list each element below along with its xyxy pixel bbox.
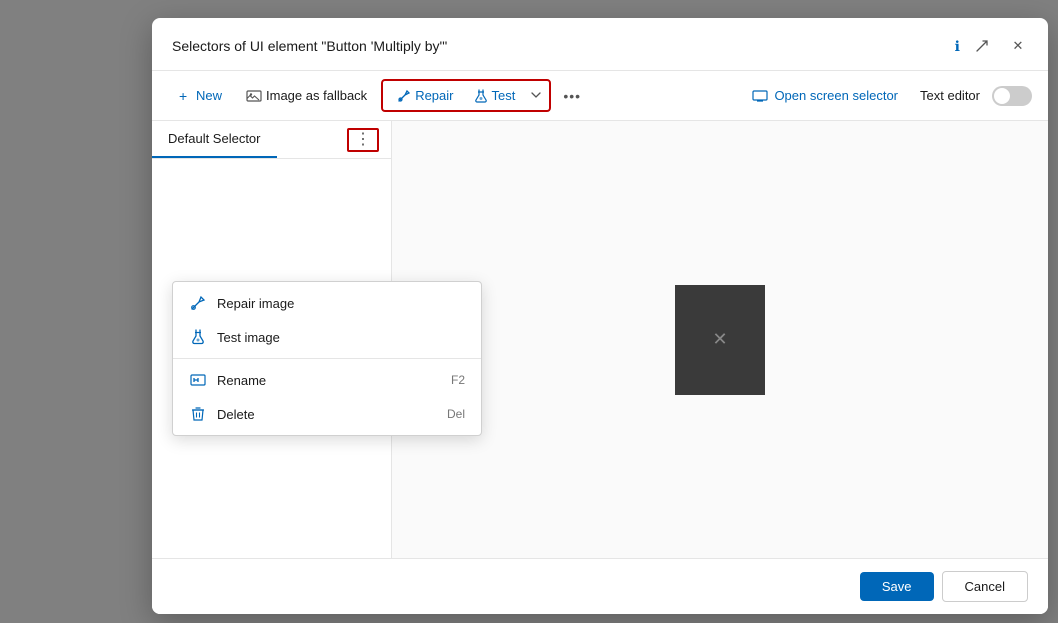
resize-button[interactable] — [968, 32, 996, 60]
dialog-title: Selectors of UI element "Button 'Multipl… — [172, 38, 947, 54]
three-dot-icon: ⋮ — [355, 132, 371, 148]
new-button[interactable]: + New — [168, 83, 232, 108]
save-button[interactable]: Save — [860, 572, 934, 601]
menu-item-test-image[interactable]: Test image — [173, 320, 481, 354]
toolbar-right: Open screen selector Text editor — [742, 83, 1032, 108]
repair-button[interactable]: Repair — [387, 83, 463, 108]
repair-image-icon — [189, 294, 207, 312]
test-icon — [475, 89, 487, 103]
right-panel: ✕ — [392, 121, 1048, 558]
menu-divider-1 — [173, 358, 481, 359]
svg-text:+: + — [179, 89, 187, 103]
repair-image-label: Repair image — [217, 296, 294, 311]
toolbar: + New Image as fallback Repair — [152, 71, 1048, 121]
delete-icon — [189, 405, 207, 423]
repair-test-group: Repair Test — [381, 79, 551, 112]
context-menu: Repair image Test image — [172, 281, 482, 436]
test-image-icon — [189, 328, 207, 346]
more-dots-icon: ••• — [563, 88, 581, 104]
plus-icon: + — [178, 89, 192, 103]
close-button[interactable]: ✕ — [1004, 32, 1032, 60]
default-selector-tab[interactable]: Default Selector — [152, 121, 277, 158]
cancel-button[interactable]: Cancel — [942, 571, 1028, 602]
test-label: Test — [491, 88, 515, 103]
three-dot-button[interactable]: ⋮ — [347, 128, 379, 152]
broken-image-icon: ✕ — [712, 329, 727, 350]
text-editor-label: Text editor — [920, 88, 980, 103]
open-screen-selector-label: Open screen selector — [774, 88, 898, 103]
dropdown-arrow-button[interactable] — [527, 85, 545, 107]
rename-shortcut: F2 — [451, 373, 465, 387]
menu-item-rename[interactable]: Rename F2 — [173, 363, 481, 397]
chevron-down-icon — [531, 91, 541, 99]
delete-label: Delete — [217, 407, 255, 422]
repair-label: Repair — [415, 88, 453, 103]
info-icon[interactable]: ℹ — [955, 38, 960, 55]
more-options-button[interactable]: ••• — [555, 83, 589, 109]
rename-icon — [189, 371, 207, 389]
image-fallback-label: Image as fallback — [266, 88, 367, 103]
new-label: New — [196, 88, 222, 103]
title-bar: Selectors of UI element "Button 'Multipl… — [152, 18, 1048, 71]
image-placeholder: ✕ — [675, 285, 765, 395]
resize-icon — [975, 39, 989, 53]
repair-icon — [397, 89, 411, 103]
delete-shortcut: Del — [447, 407, 465, 421]
rename-label: Rename — [217, 373, 266, 388]
menu-item-delete[interactable]: Delete Del — [173, 397, 481, 431]
image-fallback-button[interactable]: Image as fallback — [236, 83, 377, 108]
close-icon: ✕ — [1013, 38, 1024, 54]
selector-tab-label: Default Selector — [168, 131, 261, 146]
image-icon — [246, 90, 262, 102]
text-editor-toggle[interactable] — [992, 86, 1032, 106]
main-content: Default Selector ⋮ Repair image — [152, 121, 1048, 558]
test-image-label: Test image — [217, 330, 280, 345]
footer: Save Cancel — [152, 558, 1048, 614]
monitor-icon — [752, 90, 768, 102]
open-screen-selector-button[interactable]: Open screen selector — [742, 83, 908, 108]
left-panel: Default Selector ⋮ Repair image — [152, 121, 392, 558]
test-button[interactable]: Test — [465, 83, 525, 108]
title-icons: ℹ ✕ — [955, 32, 1032, 60]
dialog: Selectors of UI element "Button 'Multipl… — [152, 18, 1048, 614]
menu-item-repair-image[interactable]: Repair image — [173, 286, 481, 320]
